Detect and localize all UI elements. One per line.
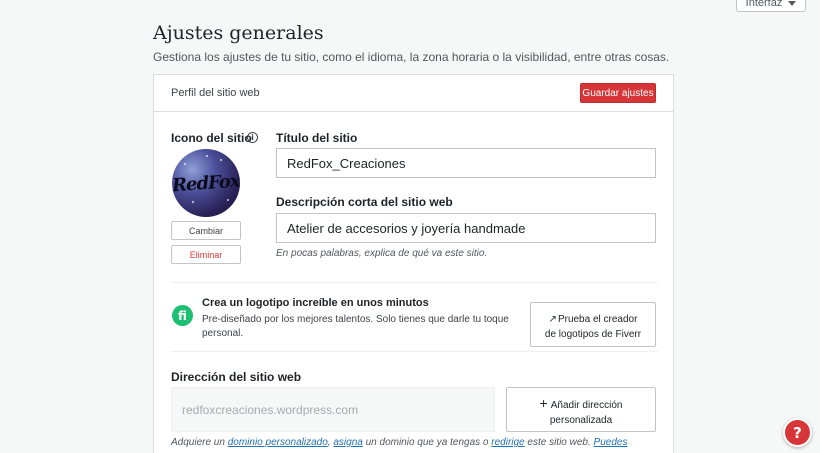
- chevron-down-icon: [788, 1, 797, 6]
- custom-domain-link[interactable]: dominio personalizado: [228, 437, 328, 448]
- change-icon-button[interactable]: Cambiar: [171, 221, 241, 240]
- fiverr-logo-maker-button[interactable]: ↗Prueba el creador de logotipos de Fiver…: [530, 302, 656, 347]
- fiverr-promo-title: Crea un logotipo increíble en unos minut…: [202, 297, 429, 309]
- fiverr-button-line2: de logotipos de Fiverr: [544, 329, 642, 340]
- domain-help-text: Adquiere un dominio personalizado, asign…: [171, 437, 671, 448]
- delete-icon-button[interactable]: Eliminar: [171, 245, 241, 264]
- star-decoration: [206, 155, 208, 157]
- section-divider: [171, 282, 658, 283]
- footer-text: este sitio web.: [524, 437, 594, 448]
- site-profile-card: Perfil del sitio web Guardar ajustes Ico…: [153, 74, 674, 453]
- add-custom-domain-button[interactable]: + Añadir dirección personalizada: [506, 387, 656, 432]
- site-icon-image[interactable]: RedFox: [172, 149, 240, 217]
- site-icon-label: Icono del sitio: [171, 131, 252, 145]
- interface-toggle-button[interactable]: Interfaz: [736, 0, 806, 12]
- redirect-link[interactable]: redirige: [491, 437, 524, 448]
- question-mark-icon: ?: [793, 423, 802, 442]
- fiverr-promo-text: Pre-diseñado por los mejores talentos. S…: [202, 314, 509, 339]
- footer-text: Adquiere un: [171, 437, 228, 448]
- page-subtitle: Gestiona los ajustes de tu sitio, como e…: [153, 50, 670, 64]
- section-divider: [171, 351, 658, 352]
- more-link[interactable]: Puedes: [594, 437, 628, 448]
- fiverr-logo-icon: fi: [172, 305, 193, 326]
- star-decoration: [184, 163, 186, 165]
- star-decoration: [192, 201, 194, 203]
- site-title-input[interactable]: RedFox_Creaciones: [276, 148, 656, 178]
- map-domain-link[interactable]: asigna: [333, 437, 362, 448]
- info-icon[interactable]: i: [247, 132, 258, 143]
- help-button[interactable]: ?: [783, 418, 812, 447]
- save-settings-button[interactable]: Guardar ajustes: [580, 83, 656, 103]
- site-title-label: Título del sitio: [276, 131, 358, 145]
- star-decoration: [227, 199, 229, 201]
- fiverr-button-line1: Prueba el creador: [557, 313, 638, 325]
- add-domain-line1: Añadir dirección: [550, 399, 623, 411]
- site-address-input: redfoxcreaciones.wordpress.com: [171, 387, 495, 432]
- footer-text: un dominio que ya tengas o: [362, 437, 492, 448]
- site-address-label: Dirección del sitio web: [171, 370, 302, 384]
- tagline-hint: En pocas palabras, explica de qué va est…: [276, 248, 488, 259]
- page-title: Ajustes generales: [153, 22, 324, 44]
- tagline-label: Descripción corta del sitio web: [276, 195, 453, 209]
- site-logo-text: RedFox: [172, 170, 240, 196]
- tagline-input[interactable]: Atelier de accesorios y joyería handmade: [276, 213, 656, 243]
- interface-label: Interfaz: [745, 0, 783, 9]
- star-decoration: [220, 159, 222, 161]
- external-link-icon: ↗: [548, 313, 557, 325]
- plus-icon: +: [539, 394, 548, 411]
- add-domain-line2: personalizada: [549, 415, 613, 426]
- card-header-title: Perfil del sitio web: [171, 87, 260, 99]
- card-header: Perfil del sitio web Guardar ajustes: [154, 75, 673, 112]
